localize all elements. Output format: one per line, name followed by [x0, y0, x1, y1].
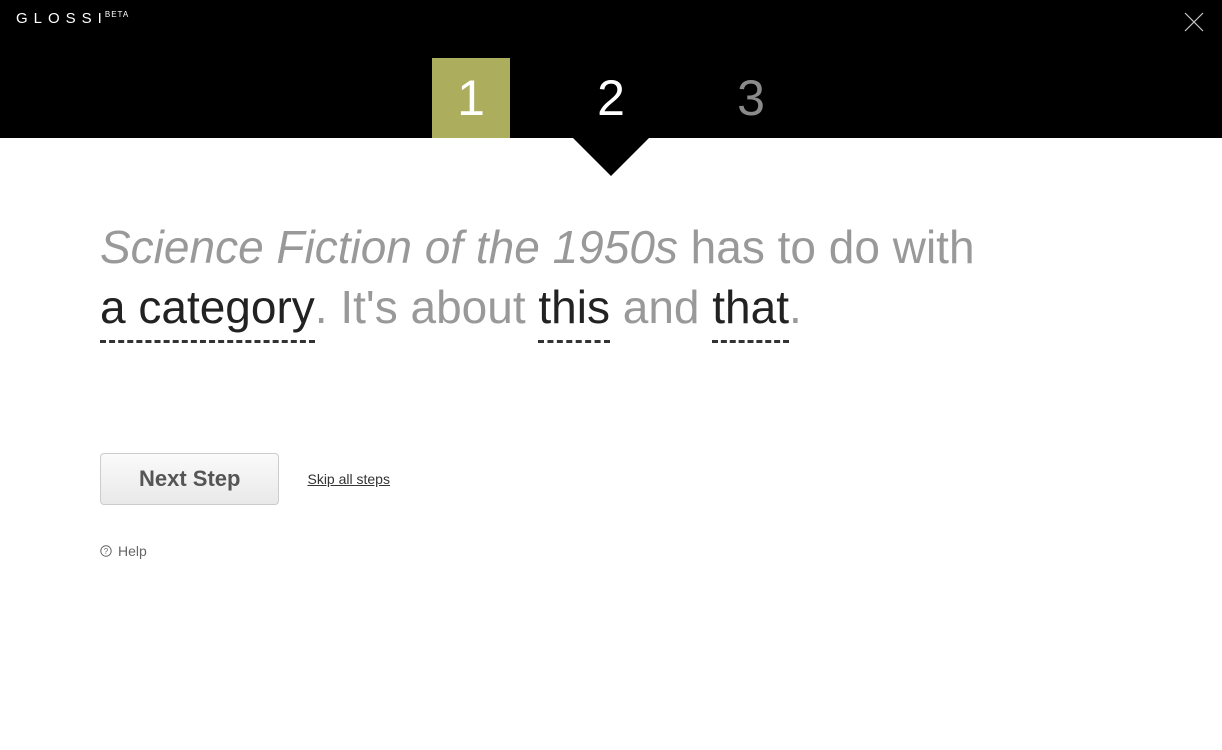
topic-blank-1[interactable]: this — [538, 278, 610, 343]
main-content: Science Fiction of the 1950s has to do w… — [0, 138, 1222, 559]
madlib-title: Science Fiction of the 1950s — [100, 221, 678, 273]
category-blank[interactable]: a category — [100, 278, 315, 343]
help-icon: ? — [100, 545, 112, 557]
step-indicator: 1 2 3 — [401, 58, 821, 138]
skip-all-link[interactable]: Skip all steps — [307, 471, 389, 487]
madlib-text-4: . — [789, 281, 802, 333]
topic-blank-2[interactable]: that — [712, 278, 789, 343]
logo-text: GLOSSI — [16, 10, 108, 27]
step-3-label: 3 — [737, 70, 765, 126]
step-3[interactable]: 3 — [681, 58, 821, 138]
current-step-arrow-icon — [573, 138, 649, 176]
logo: GLOSSIBETA — [16, 10, 129, 27]
madlib-sentence: Science Fiction of the 1950s has to do w… — [100, 218, 1122, 343]
help-label: Help — [118, 543, 147, 559]
step-2-label: 2 — [597, 70, 625, 126]
close-icon[interactable] — [1182, 10, 1206, 34]
step-1[interactable]: 1 — [401, 58, 541, 138]
action-row: Next Step Skip all steps — [100, 453, 1122, 505]
madlib-text-1: has to do with — [678, 221, 975, 273]
help-link[interactable]: ? Help — [100, 543, 1122, 559]
next-step-button[interactable]: Next Step — [100, 453, 279, 505]
svg-text:?: ? — [104, 547, 109, 556]
madlib-text-2: . It's about — [315, 281, 539, 333]
step-2[interactable]: 2 — [541, 58, 681, 138]
header: GLOSSIBETA 1 2 3 — [0, 0, 1222, 138]
madlib-text-3: and — [610, 281, 712, 333]
step-1-label: 1 — [457, 70, 485, 126]
logo-beta-badge: BETA — [105, 10, 129, 19]
